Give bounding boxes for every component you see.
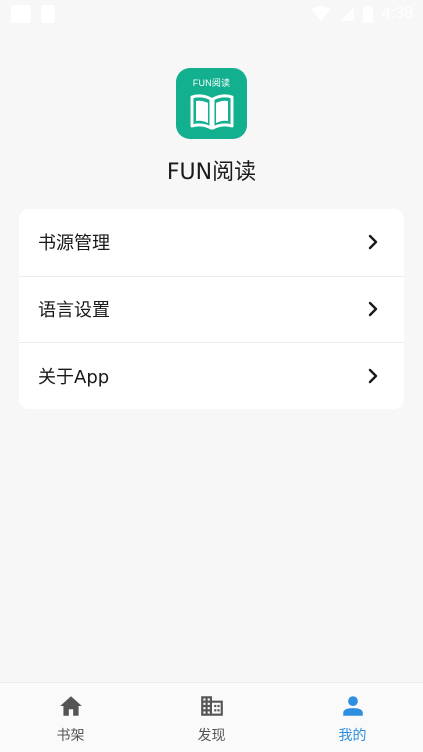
signal-icon <box>339 7 354 21</box>
chevron-right-icon <box>368 235 378 250</box>
nav-item-discover[interactable]: 发现 <box>141 683 282 752</box>
chevron-right-icon <box>368 368 378 384</box>
menu-item-about-app[interactable]: 关于App <box>19 342 404 409</box>
status-bar-left <box>11 5 55 23</box>
app-name: FUN阅读 <box>166 160 257 185</box>
status-bar: 4:38 <box>0 0 423 28</box>
menu-item-book-sources[interactable]: 书源管理 <box>19 209 404 276</box>
battery-icon <box>362 5 373 23</box>
person-icon <box>342 696 363 716</box>
logo-text: FUN阅读 <box>192 78 231 88</box>
menu-item-label: 语言设置 <box>38 300 110 322</box>
menu-item-language-settings[interactable]: 语言设置 <box>19 275 404 343</box>
settings-menu: 书源管理 语言设置 关于App <box>19 209 404 409</box>
chevron-right-icon <box>368 302 378 317</box>
notification-square-icon <box>41 5 55 23</box>
app-logo: FUN阅读 <box>176 68 247 139</box>
nav-item-bookshelf[interactable]: 书架 <box>0 683 141 752</box>
menu-item-label: 关于App <box>38 366 110 388</box>
building-icon <box>200 696 223 716</box>
wifi-icon <box>311 6 331 21</box>
nav-label: 发现 <box>197 728 226 744</box>
nav-item-mine[interactable]: 我的 <box>282 683 423 752</box>
status-bar-right: 4:38 <box>311 5 413 23</box>
open-book-icon <box>190 94 233 130</box>
nav-label: 我的 <box>338 728 367 744</box>
status-time: 4:38 <box>381 5 413 22</box>
nav-label: 书架 <box>56 728 85 744</box>
menu-item-label: 书源管理 <box>38 233 110 255</box>
bottom-nav: 书架 发现 我的 <box>0 682 423 752</box>
notification-square-icon <box>11 5 31 23</box>
home-icon <box>59 696 82 716</box>
